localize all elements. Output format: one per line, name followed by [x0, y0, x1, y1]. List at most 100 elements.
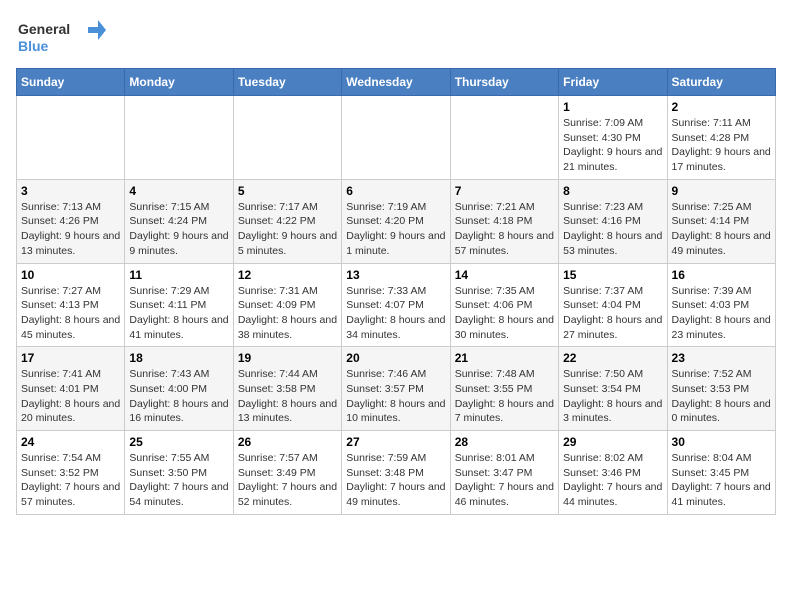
day-info: Sunrise: 7:37 AM Sunset: 4:04 PM Dayligh…: [563, 284, 662, 343]
logo: General Blue: [16, 16, 106, 56]
calendar-cell: 25 Sunrise: 7:55 AM Sunset: 3:50 PM Dayli…: [125, 431, 233, 515]
calendar-week-row: 10 Sunrise: 7:27 AM Sunset: 4:13 PM Dayli…: [17, 263, 776, 347]
day-number: 19: [238, 351, 337, 365]
day-info: Sunrise: 7:25 AM Sunset: 4:14 PM Dayligh…: [672, 200, 771, 259]
calendar-cell: [450, 96, 558, 180]
day-number: 24: [21, 435, 120, 449]
calendar-cell: 8Sunrise: 7:23 AM Sunset: 4:16 PM Daylig…: [559, 179, 667, 263]
calendar-cell: 4 Sunrise: 7:15 AM Sunset: 4:24 PM Daylig…: [125, 179, 233, 263]
day-number: 22: [563, 351, 662, 365]
day-info: Sunrise: 7:55 AM Sunset: 3:50 PM Dayligh…: [129, 451, 228, 510]
day-number: 16: [672, 268, 771, 282]
calendar-cell: 17 Sunrise: 7:41 AM Sunset: 4:01 PM Dayli…: [17, 347, 125, 431]
day-number: 12: [238, 268, 337, 282]
calendar-cell: 9 Sunrise: 7:25 AM Sunset: 4:14 PM Daylig…: [667, 179, 775, 263]
day-info: Sunrise: 8:04 AM Sunset: 3:45 PM Dayligh…: [672, 451, 771, 510]
calendar-cell: 5Sunrise: 7:17 AM Sunset: 4:22 PM Daylig…: [233, 179, 341, 263]
calendar-week-row: 1Sunrise: 7:09 AM Sunset: 4:30 PM Daylig…: [17, 96, 776, 180]
logo-icon: General Blue: [16, 16, 106, 56]
day-number: 11: [129, 268, 228, 282]
day-info: Sunrise: 7:52 AM Sunset: 3:53 PM Dayligh…: [672, 367, 771, 426]
calendar: SundayMondayTuesdayWednesdayThursdayFrid…: [16, 68, 776, 515]
day-info: Sunrise: 7:13 AM Sunset: 4:26 PM Dayligh…: [21, 200, 120, 259]
day-info: Sunrise: 7:15 AM Sunset: 4:24 PM Dayligh…: [129, 200, 228, 259]
weekday-header-tuesday: Tuesday: [233, 69, 341, 96]
day-number: 28: [455, 435, 554, 449]
day-info: Sunrise: 7:46 AM Sunset: 3:57 PM Dayligh…: [346, 367, 445, 426]
day-info: Sunrise: 7:50 AM Sunset: 3:54 PM Dayligh…: [563, 367, 662, 426]
calendar-cell: 26 Sunrise: 7:57 AM Sunset: 3:49 PM Dayli…: [233, 431, 341, 515]
day-number: 29: [563, 435, 662, 449]
calendar-cell: 20 Sunrise: 7:46 AM Sunset: 3:57 PM Dayli…: [342, 347, 450, 431]
day-info: Sunrise: 7:54 AM Sunset: 3:52 PM Dayligh…: [21, 451, 120, 510]
svg-text:Blue: Blue: [18, 38, 49, 54]
day-info: Sunrise: 7:29 AM Sunset: 4:11 PM Dayligh…: [129, 284, 228, 343]
day-info: Sunrise: 7:41 AM Sunset: 4:01 PM Dayligh…: [21, 367, 120, 426]
svg-text:General: General: [18, 21, 70, 37]
day-info: Sunrise: 7:11 AM Sunset: 4:28 PM Dayligh…: [672, 116, 771, 175]
calendar-cell: 27 Sunrise: 7:59 AM Sunset: 3:48 PM Dayli…: [342, 431, 450, 515]
day-info: Sunrise: 7:57 AM Sunset: 3:49 PM Dayligh…: [238, 451, 337, 510]
day-info: Sunrise: 7:43 AM Sunset: 4:00 PM Dayligh…: [129, 367, 228, 426]
day-number: 23: [672, 351, 771, 365]
day-info: Sunrise: 7:39 AM Sunset: 4:03 PM Dayligh…: [672, 284, 771, 343]
day-info: Sunrise: 8:02 AM Sunset: 3:46 PM Dayligh…: [563, 451, 662, 510]
calendar-cell: 14Sunrise: 7:35 AM Sunset: 4:06 PM Dayli…: [450, 263, 558, 347]
calendar-cell: [125, 96, 233, 180]
weekday-header-thursday: Thursday: [450, 69, 558, 96]
calendar-week-row: 24 Sunrise: 7:54 AM Sunset: 3:52 PM Dayli…: [17, 431, 776, 515]
weekday-header-sunday: Sunday: [17, 69, 125, 96]
day-info: Sunrise: 7:44 AM Sunset: 3:58 PM Dayligh…: [238, 367, 337, 426]
day-number: 18: [129, 351, 228, 365]
calendar-cell: 1Sunrise: 7:09 AM Sunset: 4:30 PM Daylig…: [559, 96, 667, 180]
day-info: Sunrise: 7:48 AM Sunset: 3:55 PM Dayligh…: [455, 367, 554, 426]
day-info: Sunrise: 7:33 AM Sunset: 4:07 PM Dayligh…: [346, 284, 445, 343]
calendar-cell: 11 Sunrise: 7:29 AM Sunset: 4:11 PM Dayli…: [125, 263, 233, 347]
calendar-cell: 22 Sunrise: 7:50 AM Sunset: 3:54 PM Dayli…: [559, 347, 667, 431]
day-info: Sunrise: 7:27 AM Sunset: 4:13 PM Dayligh…: [21, 284, 120, 343]
calendar-cell: 3Sunrise: 7:13 AM Sunset: 4:26 PM Daylig…: [17, 179, 125, 263]
day-number: 4: [129, 184, 228, 198]
calendar-cell: 7 Sunrise: 7:21 AM Sunset: 4:18 PM Daylig…: [450, 179, 558, 263]
day-number: 21: [455, 351, 554, 365]
day-number: 15: [563, 268, 662, 282]
weekday-header-monday: Monday: [125, 69, 233, 96]
calendar-cell: 13 Sunrise: 7:33 AM Sunset: 4:07 PM Dayli…: [342, 263, 450, 347]
day-number: 20: [346, 351, 445, 365]
day-number: 25: [129, 435, 228, 449]
calendar-cell: 19 Sunrise: 7:44 AM Sunset: 3:58 PM Dayli…: [233, 347, 341, 431]
day-number: 9: [672, 184, 771, 198]
calendar-cell: 10 Sunrise: 7:27 AM Sunset: 4:13 PM Dayli…: [17, 263, 125, 347]
calendar-cell: 6 Sunrise: 7:19 AM Sunset: 4:20 PM Daylig…: [342, 179, 450, 263]
day-info: Sunrise: 7:31 AM Sunset: 4:09 PM Dayligh…: [238, 284, 337, 343]
day-number: 6: [346, 184, 445, 198]
day-number: 7: [455, 184, 554, 198]
day-info: Sunrise: 7:21 AM Sunset: 4:18 PM Dayligh…: [455, 200, 554, 259]
calendar-week-row: 17 Sunrise: 7:41 AM Sunset: 4:01 PM Dayli…: [17, 347, 776, 431]
day-number: 2: [672, 100, 771, 114]
calendar-cell: 29 Sunrise: 8:02 AM Sunset: 3:46 PM Dayli…: [559, 431, 667, 515]
day-number: 17: [21, 351, 120, 365]
calendar-cell: 15 Sunrise: 7:37 AM Sunset: 4:04 PM Dayli…: [559, 263, 667, 347]
calendar-week-row: 3Sunrise: 7:13 AM Sunset: 4:26 PM Daylig…: [17, 179, 776, 263]
weekday-header-wednesday: Wednesday: [342, 69, 450, 96]
day-number: 30: [672, 435, 771, 449]
day-info: Sunrise: 7:59 AM Sunset: 3:48 PM Dayligh…: [346, 451, 445, 510]
calendar-cell: 2 Sunrise: 7:11 AM Sunset: 4:28 PM Daylig…: [667, 96, 775, 180]
weekday-header-saturday: Saturday: [667, 69, 775, 96]
day-number: 10: [21, 268, 120, 282]
day-number: 26: [238, 435, 337, 449]
day-info: Sunrise: 8:01 AM Sunset: 3:47 PM Dayligh…: [455, 451, 554, 510]
calendar-cell: 30 Sunrise: 8:04 AM Sunset: 3:45 PM Dayli…: [667, 431, 775, 515]
day-number: 8: [563, 184, 662, 198]
calendar-cell: [233, 96, 341, 180]
day-info: Sunrise: 7:19 AM Sunset: 4:20 PM Dayligh…: [346, 200, 445, 259]
header: General Blue: [16, 16, 776, 56]
day-number: 14: [455, 268, 554, 282]
day-number: 5: [238, 184, 337, 198]
day-number: 13: [346, 268, 445, 282]
day-number: 27: [346, 435, 445, 449]
calendar-cell: 16 Sunrise: 7:39 AM Sunset: 4:03 PM Dayli…: [667, 263, 775, 347]
calendar-cell: 23 Sunrise: 7:52 AM Sunset: 3:53 PM Dayli…: [667, 347, 775, 431]
calendar-cell: 18 Sunrise: 7:43 AM Sunset: 4:00 PM Dayli…: [125, 347, 233, 431]
